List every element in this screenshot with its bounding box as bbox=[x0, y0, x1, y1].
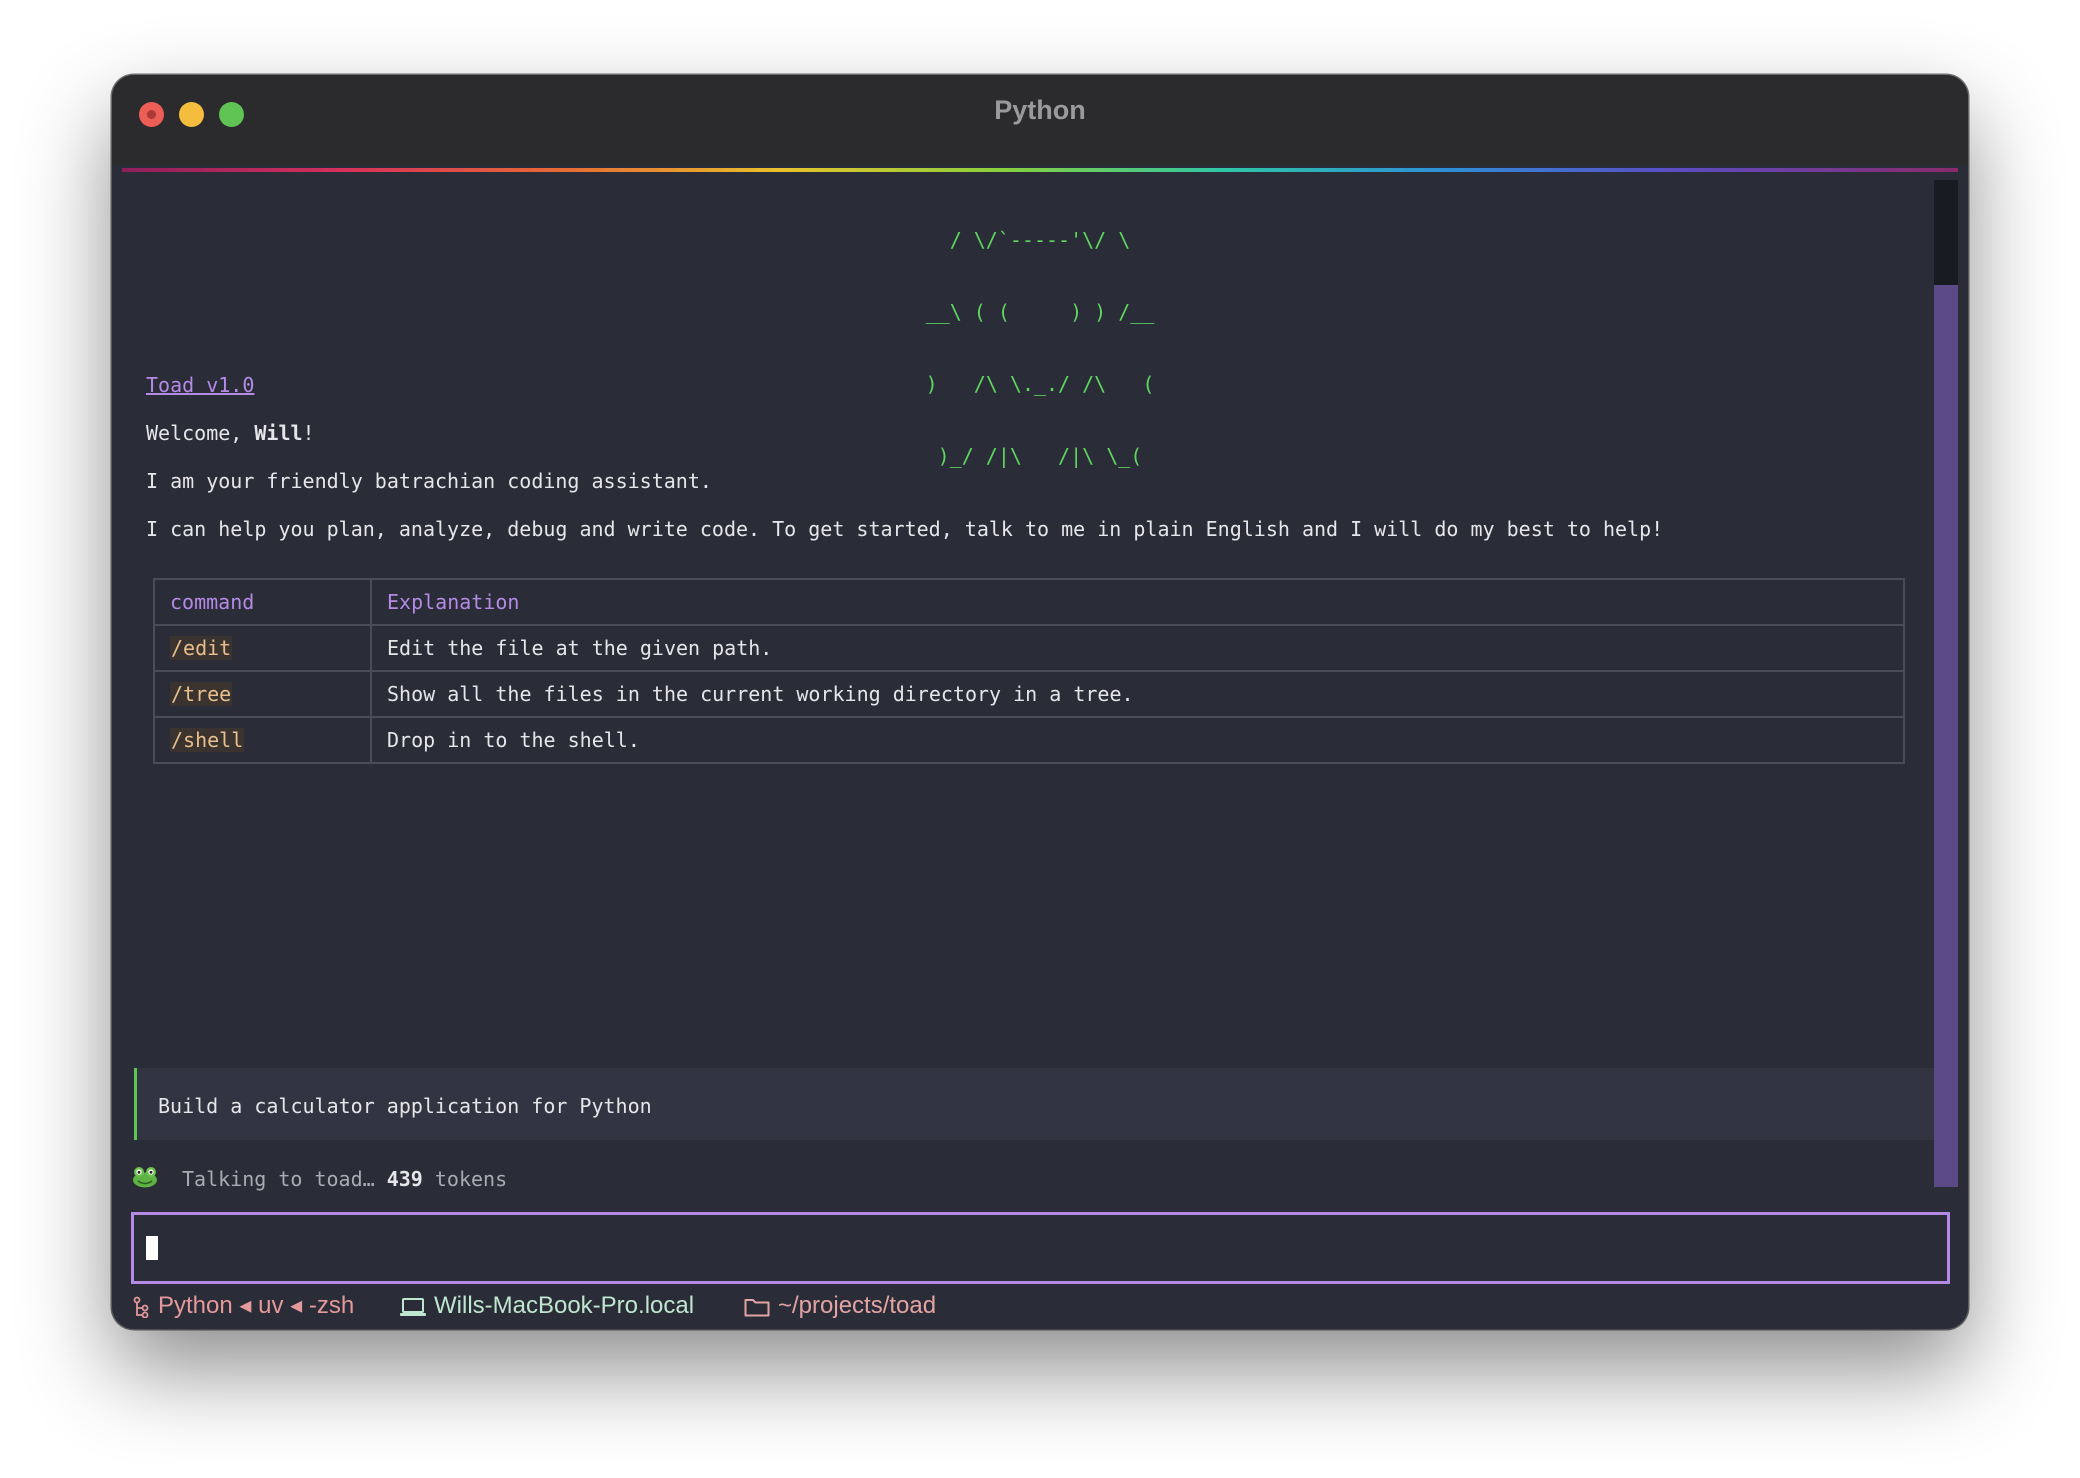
ascii-line: ) /\ \._./ /\ ( bbox=[925, 372, 1155, 396]
welcome-message: Welcome, Will! bbox=[146, 421, 315, 445]
command-code: /edit bbox=[170, 636, 233, 660]
explanation-cell: Drop in to the shell. bbox=[370, 716, 1905, 764]
title-bar: Python bbox=[112, 75, 1968, 165]
terminal-window: Python / \/`-----'\/ \ __\ ( ( ) ) /__ )… bbox=[112, 75, 1968, 1329]
text-cursor bbox=[146, 1236, 158, 1260]
ascii-line: )_/ /|\ /|\ \_( bbox=[937, 444, 1143, 468]
toad-icon bbox=[132, 1165, 158, 1195]
user-prompt-text: Build a calculator application for Pytho… bbox=[158, 1094, 652, 1118]
status-bar: Python ◂ uv ◂ -zsh Wills-MacBook-Pro.loc… bbox=[112, 1286, 1968, 1326]
agent-status: Talking to toad… 439 tokens bbox=[182, 1167, 507, 1191]
command-table: command Explanation /edit Edit the file … bbox=[153, 578, 1905, 764]
help-message: I can help you plan, analyze, debug and … bbox=[146, 517, 1664, 541]
token-count: 439 bbox=[386, 1167, 423, 1191]
command-code: /shell bbox=[170, 728, 245, 752]
prompt-input[interactable] bbox=[131, 1212, 1950, 1284]
user-prompt-accent-bar bbox=[134, 1068, 137, 1140]
status-label: Talking to toad… bbox=[182, 1167, 387, 1191]
command-cell: /edit bbox=[153, 624, 372, 672]
column-header-command: command bbox=[153, 578, 372, 626]
laptop-icon bbox=[400, 1297, 426, 1316]
table-row: /edit Edit the file at the given path. bbox=[153, 624, 1905, 672]
table-row: /shell Drop in to the shell. bbox=[153, 716, 1905, 764]
path-indicator: ~/projects/toad bbox=[744, 1286, 936, 1326]
ascii-line: __\ ( ( ) ) /__ bbox=[925, 300, 1155, 324]
ascii-line: / \/`-----'\/ \ bbox=[949, 228, 1131, 252]
column-header-explanation: Explanation bbox=[370, 578, 1905, 626]
session-label: Python ◂ uv ◂ -zsh bbox=[158, 1292, 355, 1319]
welcome-suffix: ! bbox=[302, 421, 315, 445]
explanation-cell: Show all the files in the current workin… bbox=[370, 670, 1905, 718]
toad-ascii-banner: / \/`-----'\/ \ __\ ( ( ) ) /__ ) /\ \._… bbox=[112, 180, 1968, 516]
welcome-prefix: Welcome, bbox=[146, 421, 255, 445]
token-suffix: tokens bbox=[422, 1167, 508, 1191]
host-indicator: Wills-MacBook-Pro.local bbox=[400, 1286, 694, 1326]
version-link[interactable]: Toad v1.0 bbox=[146, 373, 254, 397]
table-row: /tree Show all the files in the current … bbox=[153, 670, 1905, 718]
command-cell: /shell bbox=[153, 716, 372, 764]
command-code: /tree bbox=[170, 682, 233, 706]
user-name: Will bbox=[254, 421, 303, 445]
window-title: Python bbox=[994, 95, 1086, 125]
rainbow-divider bbox=[122, 168, 1958, 172]
folder-icon bbox=[744, 1298, 770, 1317]
path-label: ~/projects/toad bbox=[778, 1292, 937, 1319]
explanation-cell: Edit the file at the given path. bbox=[370, 624, 1905, 672]
command-cell: /tree bbox=[153, 670, 372, 718]
intro-message: I am your friendly batrachian coding ass… bbox=[146, 469, 712, 493]
session-indicator: Python ◂ uv ◂ -zsh bbox=[132, 1286, 354, 1326]
frog-face-icon bbox=[133, 1167, 157, 1188]
process-tree-icon bbox=[133, 1296, 149, 1318]
host-label: Wills-MacBook-Pro.local bbox=[434, 1292, 695, 1319]
table-header-row: command Explanation bbox=[153, 578, 1905, 626]
